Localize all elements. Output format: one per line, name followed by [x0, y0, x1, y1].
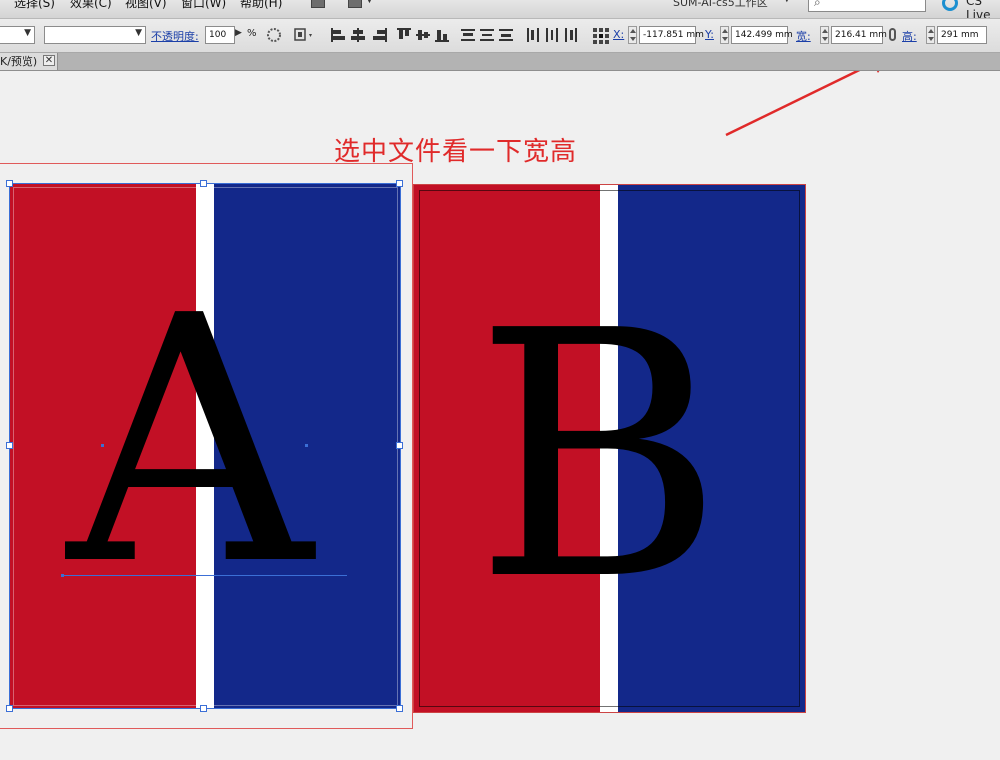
opacity-field[interactable]: 100: [205, 26, 235, 44]
cs-live-label[interactable]: CS Live: [966, 0, 1000, 18]
menu-effect[interactable]: 效果(C): [70, 0, 112, 11]
document-tab-bar: K/预览) ✕: [0, 53, 1000, 71]
height-label[interactable]: 高:: [902, 28, 917, 44]
search-help-input[interactable]: ⌕: [808, 0, 926, 12]
selection-bounding-box: [9, 183, 401, 709]
chevron-down-icon: ▼: [135, 28, 142, 38]
y-spinner[interactable]: [720, 26, 729, 44]
selection-handle[interactable]: [200, 705, 207, 712]
constrain-proportions-icon[interactable]: [889, 28, 896, 41]
menu-view[interactable]: 视图(V): [125, 0, 167, 11]
chevron-down-icon: ▼: [24, 28, 31, 38]
workspace-label: SUM-AI-cs5工作区: [673, 0, 768, 9]
width-spinner[interactable]: [820, 26, 829, 44]
selection-handle[interactable]: [6, 180, 13, 187]
selection-handle[interactable]: [396, 442, 403, 449]
height-spinner[interactable]: [926, 26, 935, 44]
x-label[interactable]: X:: [613, 28, 624, 41]
search-icon: ⌕: [814, 0, 821, 9]
style-dropdown[interactable]: ▼: [0, 26, 35, 44]
align-buttons-icon[interactable]: [330, 27, 390, 43]
selection-handle[interactable]: [396, 705, 403, 712]
opacity-label[interactable]: 不透明度:: [151, 28, 199, 44]
menu-window[interactable]: 窗口(W): [181, 0, 226, 11]
width-field[interactable]: 216.41 mm: [831, 26, 887, 44]
arrange-documents-icon[interactable]: [348, 0, 362, 8]
y-field[interactable]: 142.499 mm: [731, 26, 793, 44]
menu-bar: 选择(S) 效果(C) 视图(V) 窗口(W) 帮助(H) ▼ SUM-AI-c…: [0, 0, 1000, 19]
anchor-point: [305, 444, 308, 447]
transform-icon[interactable]: [293, 27, 312, 43]
recolor-artwork-icon[interactable]: [266, 27, 282, 43]
cs-live-icon[interactable]: [942, 0, 958, 11]
selection-handle[interactable]: [200, 180, 207, 187]
y-label[interactable]: Y:: [705, 28, 714, 41]
opacity-arrow-icon[interactable]: ▶: [235, 28, 242, 38]
close-icon[interactable]: ✕: [43, 55, 55, 66]
document-tab-title: K/预览): [0, 55, 38, 68]
selection-handle[interactable]: [396, 180, 403, 187]
height-field[interactable]: 291 mm: [937, 26, 987, 44]
chevron-down-icon: ▼: [783, 0, 791, 4]
anchor-point: [101, 444, 104, 447]
selection-handle[interactable]: [6, 442, 13, 449]
menu-select[interactable]: 选择(S): [14, 0, 55, 11]
artboard-canvas[interactable]: 选中文件看一下宽高 A B: [0, 71, 1000, 760]
width-label[interactable]: 宽:: [796, 28, 811, 44]
opacity-unit: %: [247, 28, 257, 39]
distribute-vertical-icon[interactable]: [460, 27, 516, 43]
flag-b-artwork[interactable]: B: [413, 184, 806, 713]
flag-b-letter: B: [474, 259, 724, 655]
align-vertical-icon[interactable]: [396, 27, 452, 43]
x-field[interactable]: -117.851 mm: [639, 26, 704, 44]
workspace-switcher[interactable]: SUM-AI-cs5工作区 ▼: [663, 0, 796, 10]
menu-help[interactable]: 帮助(H): [240, 0, 282, 11]
selection-handle[interactable]: [6, 705, 13, 712]
text-baseline: [63, 575, 347, 576]
anchor-point: [61, 574, 64, 577]
bridge-icon[interactable]: [311, 0, 325, 8]
graphic-style-dropdown[interactable]: ▼: [44, 26, 146, 44]
distribute-horizontal-icon[interactable]: [525, 27, 581, 43]
x-spinner[interactable]: [628, 26, 637, 44]
control-bar: ▼ ▼ 不透明度: 100 ▶ % X: -117.851 mm Y: 142.…: [0, 19, 1000, 53]
reference-point-icon[interactable]: [592, 27, 610, 44]
chevron-down-icon[interactable]: ▼: [366, 0, 373, 5]
annotation-arrow-icon: [725, 71, 880, 137]
